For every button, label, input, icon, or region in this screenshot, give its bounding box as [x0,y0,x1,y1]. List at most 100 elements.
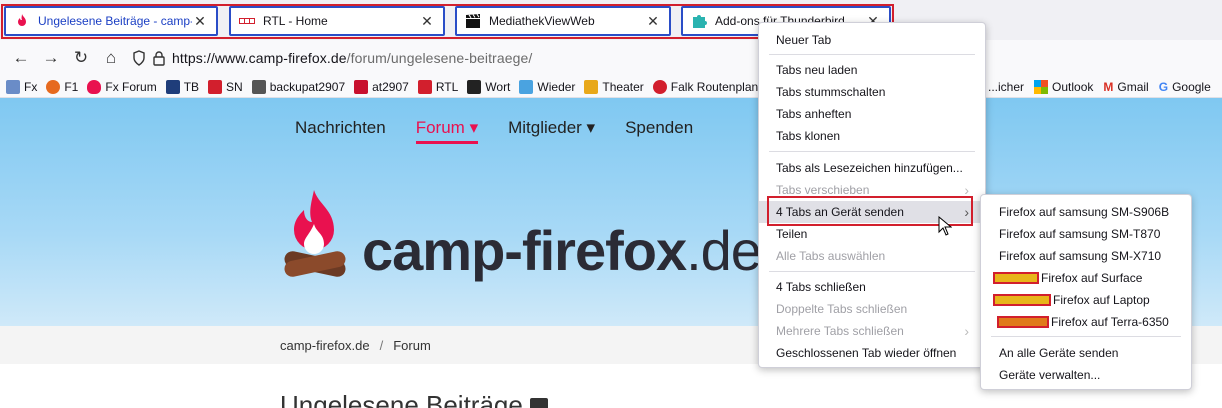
menu-item-reload-tabs[interactable]: Tabs neu laden [759,59,985,81]
menu-item-label: Tabs klonen [776,129,841,143]
device-item[interactable]: Firefox auf samsung SM-S906B [981,201,1191,223]
bookmark-label: Wieder [537,79,576,94]
lock-icon[interactable] [152,50,166,66]
bookmark-gmail[interactable]: Gmail [1117,80,1148,94]
forward-arrow-icon[interactable]: → [36,43,66,73]
menu-item-label: Neuer Tab [776,33,832,47]
chevron-right-icon: › [964,323,969,339]
menu-separator [769,271,975,272]
bookmark-item[interactable]: Fx [6,79,37,94]
bookmark-item[interactable]: backupat2907 [251,79,345,94]
navigation-bar: ← → ↻ ⌂ https://www.camp-firefox.de/foru… [0,40,1222,76]
back-arrow-icon[interactable]: ← [6,43,36,73]
bookmark-item[interactable]: TB [165,79,199,94]
bookmark-outlook[interactable]: Outlook [1052,80,1093,94]
manage-devices[interactable]: Geräte verwalten... [981,364,1191,386]
bookmark-google[interactable]: Google [1172,80,1211,94]
url-path: /forum/ungelesene-beitraege/ [346,50,533,66]
device-label: Firefox auf samsung SM-X710 [999,249,1162,263]
bookmark-label: Falk Routenplaner [670,79,769,94]
menu-mitglieder[interactable]: Mitglieder ▾ [508,118,595,144]
device-item[interactable]: Firefox auf Laptop [981,289,1191,311]
wort-icon [467,79,482,94]
puzzle-icon [693,15,707,28]
breadcrumb-home[interactable]: camp-firefox.de [280,338,370,353]
site-logo-text[interactable]: camp-firefox.de [362,218,762,283]
menu-item-new-tab[interactable]: Neuer Tab [759,29,985,51]
url-host: https://www.camp-firefox.de [172,50,347,66]
menu-item-label: Doppelte Tabs schließen [776,302,908,316]
device-label: Firefox auf Terra-6350 [1051,315,1169,329]
weather-icon [519,79,534,94]
bookmarks-bar-right: ...icher Outlook M Gmail G Google [988,76,1211,98]
menu-item-label: Tabs stummschalten [776,85,886,99]
bookmark-item[interactable]: F1 [46,79,79,94]
reload-icon[interactable]: ↻ [66,43,96,73]
bookmark-item[interactable]: at2907 [354,79,409,94]
flame-icon [87,79,102,94]
page-title-text: Ungelesene Beiträge [280,390,523,408]
device-label: Firefox auf Surface [1041,271,1143,285]
bookmark-item[interactable]: Wieder [519,79,576,94]
tab-camp-firefox[interactable]: Ungelesene Beiträge - camp-firefox.de ✕ [4,6,218,36]
bookmark-item[interactable]: Falk Routenplaner [652,79,769,94]
menu-item-reopen-closed-tab[interactable]: Geschlossenen Tab wieder öffnen [759,342,985,364]
bookmark-label: SN [226,79,243,94]
url-text[interactable]: https://www.camp-firefox.de/forum/ungele… [172,50,532,66]
tab-mediathek[interactable]: MediathekViewWeb ✕ [455,6,671,36]
flame-icon [18,14,26,26]
breadcrumb-forum[interactable]: Forum [393,338,431,353]
close-icon[interactable]: ✕ [192,13,208,30]
menu-nachrichten[interactable]: Nachrichten [295,118,386,144]
bookmark-label: Theater [602,79,644,94]
menu-item-mute-tabs[interactable]: Tabs stummschalten [759,81,985,103]
theater-mask-icon [584,79,599,94]
menu-item-duplicate-tabs[interactable]: Tabs klonen [759,125,985,147]
tab-rtl[interactable]: RTL - Home ✕ [229,6,445,36]
menu-item-pin-tabs[interactable]: Tabs anheften [759,103,985,125]
menu-item-label: An alle Geräte senden [999,346,1119,360]
shield-icon[interactable] [132,50,146,66]
device-item[interactable]: Firefox auf samsung SM-X710 [981,245,1191,267]
logo-main: camp-firefox [362,219,687,282]
menu-item-bookmark-tabs[interactable]: Tabs als Lesezeichen hinzufügen... [759,157,985,179]
bookmark-item[interactable]: Theater [584,79,644,94]
bookmark-label: F1 [64,79,79,94]
redacted-marker [997,316,1049,328]
menu-spenden[interactable]: Spenden [625,118,693,144]
bookmark-item[interactable]: Wort [467,79,511,94]
bookmark-item[interactable]: RTL [417,79,458,94]
thunderbird-icon [165,79,180,94]
breadcrumb-separator: / [379,337,384,353]
bookmark-label: Wort [485,79,511,94]
menu-item-close-tabs[interactable]: 4 Tabs schließen [759,276,985,298]
url-bar[interactable]: https://www.camp-firefox.de/forum/ungele… [132,50,532,66]
device-item[interactable]: Firefox auf Terra-6350 [981,311,1191,333]
menu-separator [769,54,975,55]
menu-item-label: Geräte verwalten... [999,368,1101,382]
clapperboard-icon [466,13,480,28]
rss-icon[interactable] [530,398,549,408]
close-icon[interactable]: ✕ [645,13,661,30]
menu-item-move-tabs: Tabs verschieben › [759,179,985,201]
home-icon[interactable]: ⌂ [96,43,126,73]
bookmark-item[interactable]: Fx Forum [87,79,157,94]
bookmark-label[interactable]: ...icher [988,80,1024,94]
firefox-icon [46,79,61,94]
backup-icon [251,79,266,94]
menu-item-label: Alle Tabs auswählen [776,249,886,263]
device-item[interactable]: Firefox auf Surface [981,267,1191,289]
tab-title: Ungelesene Beiträge - camp-firefox.de [38,14,192,28]
bookmark-item[interactable]: SN [208,79,243,94]
menu-forum[interactable]: Forum ▾ [415,118,479,144]
menu-item-label: 4 Tabs an Gerät senden [776,205,904,219]
close-icon[interactable]: ✕ [419,13,435,30]
bookmark-icon [6,79,20,94]
send-to-all-devices[interactable]: An alle Geräte senden [981,342,1191,364]
tab-strip: Ungelesene Beiträge - camp-firefox.de ✕ … [0,0,1222,40]
at-icon [354,79,369,94]
device-item[interactable]: Firefox auf samsung SM-T870 [981,223,1191,245]
menu-item-label: Geschlossenen Tab wieder öffnen [776,346,957,360]
menu-label: Forum [415,118,465,137]
menu-item-label: Tabs als Lesezeichen hinzufügen... [776,161,963,175]
